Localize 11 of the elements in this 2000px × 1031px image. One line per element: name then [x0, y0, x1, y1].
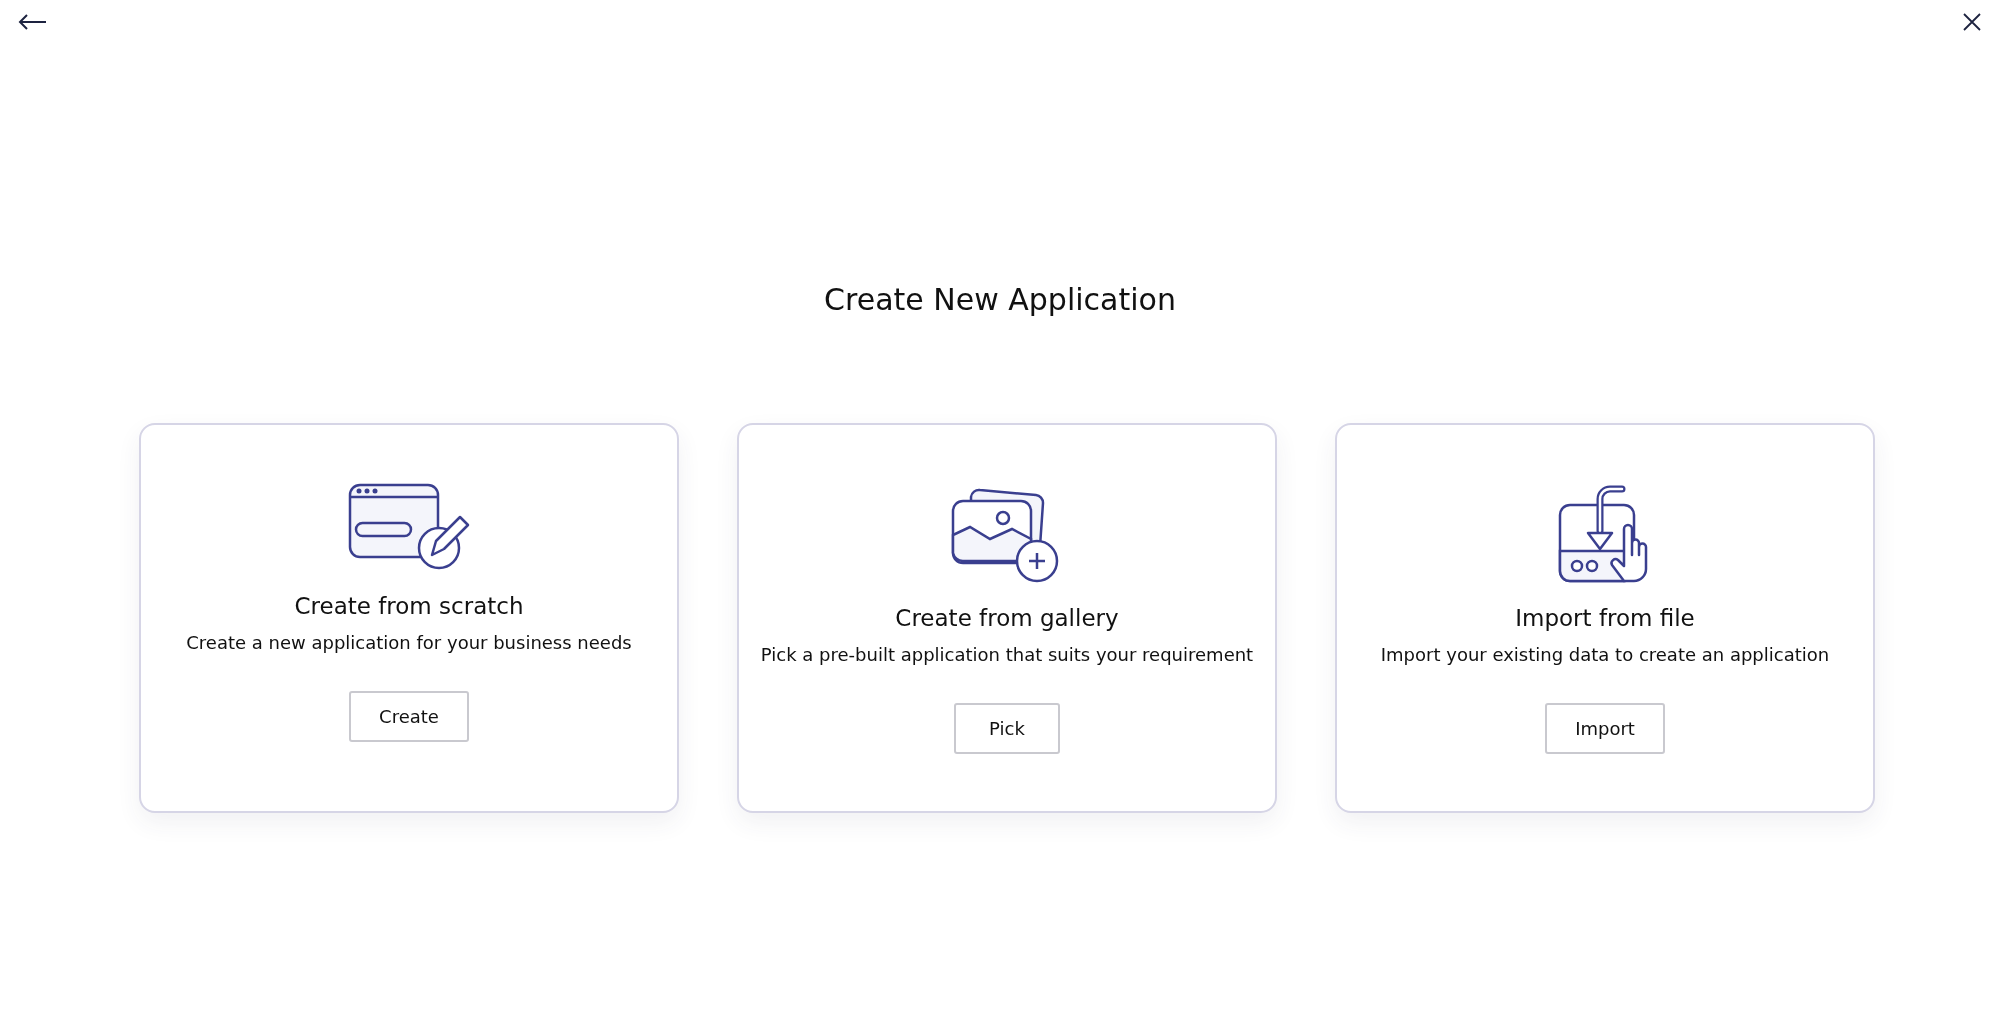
action-button[interactable]: Pick	[954, 702, 1060, 754]
action-button[interactable]: Create	[349, 690, 469, 742]
card-title: Create from scratch	[294, 593, 524, 621]
page-title: Create New Application	[823, 282, 1177, 318]
card-title: Create from gallery	[895, 605, 1119, 633]
card-description: Import your existing data to create an application	[1380, 642, 1830, 667]
browser-pencil-icon	[348, 483, 470, 571]
card-description: Pick a pre-built application that suits your requirement	[760, 642, 1254, 667]
card-title: Import from file	[1515, 605, 1695, 633]
action-button[interactable]: Import	[1545, 702, 1665, 754]
card-description: Create a new application for your business needs	[186, 630, 632, 655]
